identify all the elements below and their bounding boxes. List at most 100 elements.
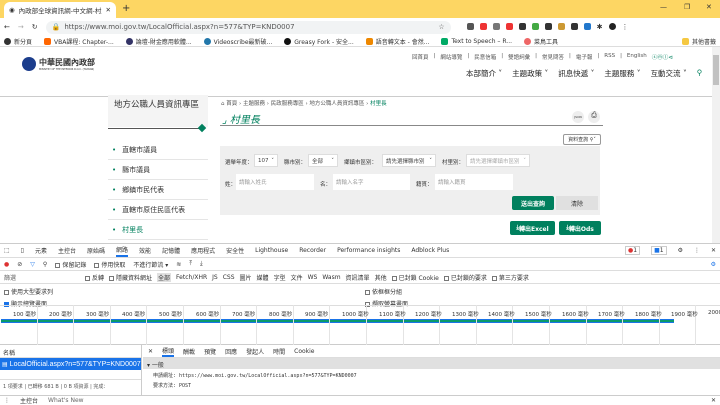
nav-item[interactable]: 訊息快遞 ˅ [558,68,594,79]
type-filter[interactable]: 全部 [157,272,172,282]
name-column-header[interactable]: 名稱 [0,345,141,358]
type-filter[interactable]: Fetch/XHR [176,274,207,281]
extension-icon[interactable] [492,23,500,30]
drawer-tab-console[interactable]: 主控台 [20,396,38,405]
browser-tab[interactable]: ◉內政部全球資訊網-中文網-村里長✕ [4,2,116,18]
tab-security[interactable]: 安全性 [226,246,244,255]
extension-icon[interactable] [531,23,539,30]
bookmark[interactable]: 語音轉文本 - 會然... [365,37,429,46]
puzzle-icon[interactable]: ✱ [597,23,603,31]
print-icon[interactable]: ⎙ [588,111,600,123]
menu-icon[interactable]: ⋮ [622,23,629,31]
tab-response[interactable]: 回應 [225,347,237,356]
type-filter[interactable]: 字型 [274,273,286,282]
extension-icon[interactable] [466,23,474,30]
sidebar-item[interactable]: • 直轄市原住民區代表 [108,200,208,220]
request-row[interactable]: ▤ LocalOfficial.aspx?n=577&TYP=KND0007 [0,358,141,370]
bookmark[interactable]: Greasy Fork - 安全... [284,37,354,46]
type-filter[interactable]: JS [212,274,218,281]
link-sitemap[interactable]: 網站導覽 [440,53,462,61]
type-filter[interactable]: CSS [223,274,235,281]
network-settings-icon[interactable]: ⚙ [711,261,716,268]
tab-timing[interactable]: 時間 [273,347,285,356]
origin-input[interactable]: 請輸入籍貫 [435,174,513,190]
close-window-button[interactable]: ✕ [706,3,712,11]
tab-adblock[interactable]: Adblock Plus [411,247,449,254]
extension-icon[interactable] [479,23,487,30]
minimize-button[interactable]: — [660,3,667,11]
link-mailbox[interactable]: 民意信箱 [474,53,496,61]
tab-payload[interactable]: 酬載 [183,347,195,356]
settings-icon[interactable]: ⚙ [678,247,683,254]
blocked-requests-checkbox[interactable]: 已封鎖的要求 [443,273,487,282]
general-section-header[interactable]: ▾ 一般 [143,358,720,369]
avatar[interactable] [608,23,616,30]
hide-data-urls-checkbox[interactable]: 隱藏資料網址 [109,273,152,282]
close-details-icon[interactable]: ✕ [148,348,153,355]
type-filter[interactable]: 媒體 [257,273,269,282]
tab-elements[interactable]: 元素 [35,246,47,255]
nav-item[interactable]: 主題政策 ˅ [512,68,548,79]
data-search-toggle[interactable]: 資料查詢 ⚲˅ [563,134,601,145]
name-input[interactable]: 請輸入名字 [333,174,410,190]
tab-network[interactable]: 網路 [116,245,129,257]
group-by-frame-checkbox[interactable]: 依框框分組 [365,287,402,296]
tab-performance-insights[interactable]: Performance insights [337,247,400,254]
drawer-tab-whats-new[interactable]: What's New [48,397,84,404]
year-select[interactable]: 107 ˅ [254,154,278,167]
page-scrollbar[interactable] [712,47,720,243]
village-select[interactable]: 請先選擇鄉鎮市區別 ˅ [466,154,530,167]
tab-console[interactable]: 主控台 [58,246,76,255]
nav-item[interactable]: 主題服務 ˅ [604,68,640,79]
forward-icon[interactable]: → [18,23,24,31]
bookmark[interactable]: VBA課程: Chapter-... [44,37,114,46]
bookmark[interactable]: Videoscribe最新破... [203,37,272,46]
font-size-icons[interactable]: ⓢⓜⓛ⊲ [652,53,673,61]
export-excel-button[interactable]: ⤓ 轉出Excel [510,221,555,235]
county-select[interactable]: 全部 ˅ [308,154,338,167]
more-icon[interactable]: ⋮ [694,247,700,254]
link-english[interactable]: English [627,53,647,61]
device-icon[interactable]: ▯ [21,247,24,254]
bookmark[interactable]: 菜鳥工具 [524,37,558,46]
wifi-icon[interactable]: ≋ [176,261,181,268]
preserve-log-checkbox[interactable]: 保留記錄 [55,260,86,269]
link-glossary[interactable]: 雙語詞彙 [508,53,530,61]
nav-item[interactable]: 互動交流 ˅ [651,68,687,79]
reload-icon[interactable]: ↻ [32,23,38,31]
search-icon[interactable]: ⚲ [697,68,703,79]
bookmark[interactable]: 論壇-財金應用軟體... [125,37,192,46]
tab-performance[interactable]: 效能 [139,246,151,255]
link-faq[interactable]: 常見問答 [542,53,564,61]
error-badge[interactable]: ●1 [625,246,641,255]
filter-input[interactable]: 篩選 [4,273,80,282]
bookmark[interactable]: Text to Speech – R... [441,37,512,45]
tab-headers[interactable]: 標頭 [162,346,175,357]
third-party-checkbox[interactable]: 第三方要求 [491,273,529,282]
extension-icon[interactable] [544,23,552,30]
filter-icon[interactable]: ▽ [30,261,35,268]
type-filter[interactable]: 資訊清單 [346,273,370,282]
type-filter[interactable]: Wasm [322,274,340,281]
drawer-menu-icon[interactable]: ⋮ [4,397,10,404]
type-filter[interactable]: WS [308,274,318,281]
record-icon[interactable]: ● [4,261,9,268]
surname-input[interactable]: 請輸入姓氏 [236,174,314,190]
json-button[interactable]: JSON [572,111,584,123]
clear-icon[interactable]: ⊘ [17,261,22,268]
throttle-select[interactable]: 不進行節流 ▾ [133,260,168,269]
type-filter[interactable]: 其他 [375,273,387,282]
extension-icon[interactable] [583,23,591,30]
invert-checkbox[interactable]: 反轉 [85,273,104,282]
back-icon[interactable]: ← [4,23,10,31]
clear-button[interactable]: 清除 [556,196,598,210]
new-tab-button[interactable]: + [122,3,130,14]
link-newsletter[interactable]: 電子報 [576,53,593,61]
town-select[interactable]: 請先選擇縣市別 ˅ [382,154,436,167]
extension-icon[interactable] [505,23,513,30]
tab-preview[interactable]: 預覽 [204,347,216,356]
tab-sources[interactable]: 原始碼 [87,246,105,255]
link-rss[interactable]: RSS [604,53,615,61]
type-filter[interactable]: 文件 [291,273,303,282]
extension-icon[interactable] [570,23,578,30]
